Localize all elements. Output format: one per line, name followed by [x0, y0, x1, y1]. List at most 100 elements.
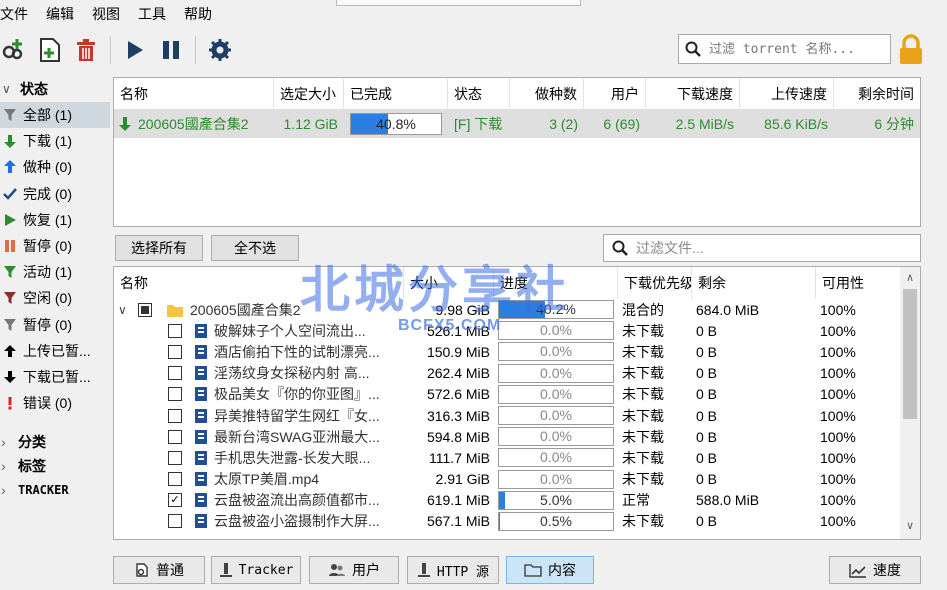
file-row[interactable]: 最新台湾SWAG亚洲最大... 594.8 MiB 0.0% 未下载 0 B 1… [114, 426, 920, 447]
scroll-down-icon[interactable]: ∨ [900, 519, 920, 532]
sidebar-status-item[interactable]: 活动 (1) [0, 259, 110, 285]
file-checkbox[interactable] [168, 450, 182, 465]
file-checkbox[interactable] [168, 514, 182, 529]
select-none-button[interactable]: 全不选 [211, 235, 299, 261]
column-header-eta[interactable]: 剩余时间 [834, 78, 920, 110]
file-row[interactable]: ✓ 云盘被盗流出高颜值都市... 619.1 MiB 5.0% 正常 588.0… [114, 490, 920, 511]
tab-content-label: 内容 [548, 562, 576, 578]
column-header-up-speed[interactable]: 上传速度 [740, 77, 834, 110]
root-checkbox[interactable] [138, 302, 152, 317]
add-file-button[interactable] [32, 32, 68, 68]
content-root-row[interactable]: ∨ 200605國產合集2 9.98 GiB 40.2% 混合的 684.0 M… [114, 299, 920, 320]
content-scrollbar[interactable]: ∧ ∨ [900, 267, 920, 539]
column-header-availability[interactable]: 可用性 [816, 267, 896, 299]
column-header-seeds[interactable]: 做种数 [510, 77, 584, 110]
tracker-filter-header[interactable]: › TRACKER [0, 478, 110, 502]
file-checkbox[interactable] [168, 408, 182, 423]
resume-button[interactable] [117, 32, 153, 68]
select-all-button[interactable]: 选择所有 [115, 235, 203, 261]
tab-http-sources[interactable]: HTTP 源 [407, 556, 499, 584]
column-header-size[interactable]: 选定大小 [274, 77, 344, 110]
file-priority[interactable]: 未下载 [618, 469, 692, 489]
tab-trackers[interactable]: Tracker [211, 556, 301, 584]
file-checkbox[interactable]: ✓ [168, 493, 182, 508]
sidebar-status-item[interactable]: 空闲 (0) [0, 285, 110, 311]
column-header-peers[interactable]: 用户 [584, 77, 646, 110]
file-row[interactable]: 太原TP美眉.mp4 2.91 GiB 0.0% 未下载 0 B 100% [114, 469, 920, 490]
file-priority[interactable]: 未下载 [618, 342, 692, 362]
torrent-search-input[interactable] [709, 41, 889, 57]
menu-file[interactable]: 文件 [0, 0, 36, 28]
column-header-remaining[interactable]: 剩余 [692, 267, 816, 299]
sidebar-status-item[interactable]: 下载 (1) [0, 128, 110, 154]
file-priority[interactable]: 未下载 [618, 511, 692, 531]
chevron-down-icon[interactable]: ∨ [118, 303, 132, 317]
category-filter-header[interactable]: › 分类 [0, 430, 110, 454]
options-button[interactable] [202, 32, 238, 68]
file-priority[interactable]: 未下载 [618, 448, 692, 468]
column-header-name[interactable]: 名称 [114, 77, 274, 110]
sidebar-status-item[interactable]: 全部 (1) [0, 102, 110, 129]
file-priority[interactable]: 未下载 [618, 321, 692, 341]
column-header-file-size[interactable]: 大小 [404, 267, 494, 299]
file-row[interactable]: 极品美女『你的你亚图』... 572.6 MiB 0.0% 未下载 0 B 10… [114, 384, 920, 405]
menu-edit[interactable]: 编辑 [46, 0, 82, 28]
column-header-file-name[interactable]: 名称 [114, 267, 404, 299]
tab-content[interactable]: 内容 [506, 556, 594, 584]
file-row[interactable]: 云盘被盗小盗摄制作大屏... 567.1 MiB 0.5% 未下载 0 B 10… [114, 511, 920, 532]
menu-help[interactable]: 帮助 [184, 0, 220, 28]
tab-peers[interactable]: 用户 [309, 556, 399, 584]
file-checkbox[interactable] [168, 472, 182, 487]
menu-view[interactable]: 视图 [92, 0, 128, 28]
scroll-up-icon[interactable]: ∧ [900, 271, 920, 284]
torrent-progress-cell: 40.8% [344, 113, 448, 135]
file-row[interactable]: 破解妹子个人空间流出... 526.1 MiB 0.0% 未下载 0 B 100… [114, 320, 920, 341]
column-header-priority[interactable]: 下载优先级 [618, 267, 692, 299]
torrent-row[interactable]: 200605國產合集2 1.12 GiB 40.8% [F] 下载 3 (2) … [114, 110, 920, 138]
file-row[interactable]: 异美推特留学生网红『女... 316.3 MiB 0.0% 未下载 0 B 10… [114, 405, 920, 426]
status-filter-header[interactable]: ∨ 状态 [0, 76, 110, 102]
sidebar-status-item[interactable]: 错误 (0) [0, 390, 110, 416]
lock-icon[interactable] [896, 34, 926, 66]
file-checkbox[interactable] [168, 344, 182, 359]
tags-filter-header[interactable]: › 标签 [0, 454, 110, 478]
file-filter-input[interactable] [636, 240, 896, 256]
tab-general[interactable]: 普通 [113, 556, 205, 584]
file-checkbox[interactable] [168, 323, 182, 338]
file-checkbox[interactable] [168, 366, 182, 381]
file-priority[interactable]: 未下载 [618, 427, 692, 447]
sidebar-status-item[interactable]: 完成 (0) [0, 181, 110, 207]
file-priority[interactable]: 未下载 [618, 363, 692, 383]
file-checkbox[interactable] [168, 429, 182, 444]
torrent-search-box[interactable] [678, 34, 891, 64]
root-name-cell: ∨ 200605國產合集2 [114, 300, 404, 320]
column-header-progress[interactable]: 已完成 [344, 77, 448, 110]
file-checkbox[interactable] [168, 387, 182, 402]
sidebar-status-item[interactable]: 做种 (0) [0, 154, 110, 180]
pause-button[interactable] [153, 32, 189, 68]
root-priority[interactable]: 混合的 [618, 300, 692, 320]
file-size: 526.1 MiB [426, 322, 490, 339]
column-header-file-progress[interactable]: 进度 [494, 267, 618, 299]
add-link-button[interactable] [0, 32, 32, 68]
tracker-icon [219, 563, 232, 577]
delete-button[interactable] [68, 32, 104, 68]
file-priority[interactable]: 未下载 [618, 384, 692, 404]
file-priority[interactable]: 正常 [618, 490, 692, 510]
sidebar-status-item[interactable]: 下载已暂... [0, 364, 110, 390]
file-filter-box[interactable] [603, 234, 921, 262]
sidebar-status-item[interactable]: 暂停 (0) [0, 312, 110, 338]
file-priority[interactable]: 未下载 [618, 406, 692, 426]
menu-tools[interactable]: 工具 [138, 0, 174, 28]
torrent-down-speed: 2.5 MiB/s [675, 116, 734, 132]
file-row[interactable]: 淫荡纹身女探秘内射 高... 262.4 MiB 0.0% 未下载 0 B 10… [114, 363, 920, 384]
file-row[interactable]: 酒店偷拍下性的试制漂亮... 150.9 MiB 0.0% 未下载 0 B 10… [114, 341, 920, 362]
sidebar-status-item[interactable]: 恢复 (1) [0, 207, 110, 233]
sidebar-status-item[interactable]: 上传已暂... [0, 338, 110, 364]
column-header-status[interactable]: 状态 [448, 77, 510, 110]
column-header-down-speed[interactable]: 下载速度 [646, 77, 740, 110]
scrollbar-thumb[interactable] [903, 289, 917, 419]
sidebar-status-item[interactable]: 暂停 (0) [0, 233, 110, 259]
file-row[interactable]: 手机思失泄露-长发大眼... 111.7 MiB 0.0% 未下载 0 B 10… [114, 447, 920, 468]
tab-speed[interactable]: 速度 [829, 556, 921, 584]
